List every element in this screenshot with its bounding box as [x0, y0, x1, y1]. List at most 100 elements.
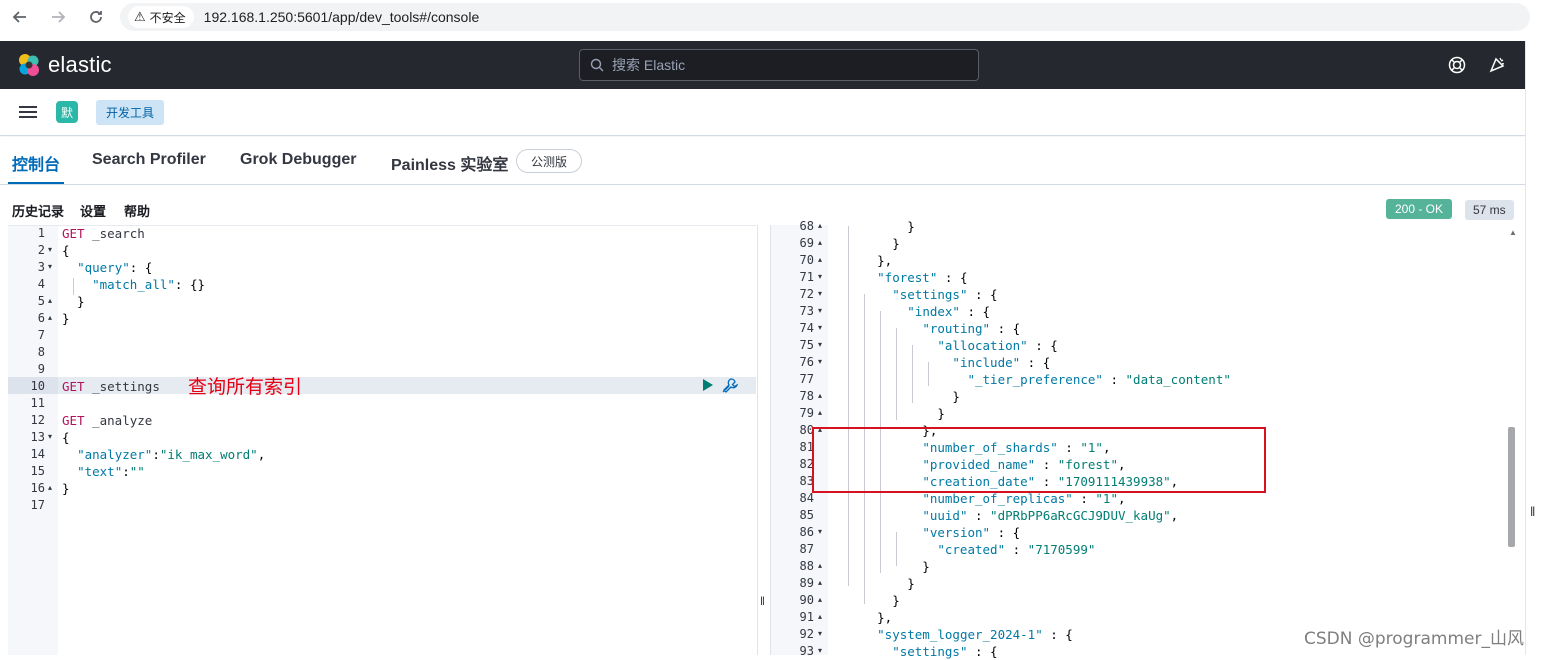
response-line-number: 90 — [799, 593, 814, 607]
fold-close-icon[interactable]: ▴ — [818, 595, 822, 604]
request-line-number: 15 — [30, 464, 45, 478]
fold-close-icon[interactable]: ▴ — [818, 255, 822, 264]
fold-open-icon[interactable]: ▾ — [818, 527, 822, 536]
response-code-line[interactable]: } — [832, 575, 915, 592]
response-code-line[interactable]: } — [832, 218, 915, 235]
response-line-number: 78 — [799, 389, 814, 403]
request-code-line[interactable]: GET _analyze — [62, 412, 152, 429]
tab-grok-debugger[interactable]: Grok Debugger — [240, 151, 356, 169]
response-code-line[interactable]: "created" : "7170599" — [832, 541, 1095, 558]
request-code-line[interactable]: "match_all": {} — [62, 276, 205, 293]
request-code-line[interactable]: } — [62, 480, 70, 497]
response-code-line[interactable]: "include" : { — [832, 354, 1050, 371]
fold-open-icon[interactable]: ▾ — [48, 262, 52, 271]
send-request-icon[interactable] — [702, 378, 714, 397]
fold-close-icon[interactable]: ▴ — [818, 221, 822, 230]
request-line-number: 16 — [30, 481, 45, 495]
request-line-number: 10 — [30, 379, 45, 393]
request-code-line[interactable]: "analyzer":"ik_max_word", — [62, 446, 265, 463]
response-code-line[interactable]: "uuid" : "dPRbPP6aRcGCJ9DUV_kaUg", — [832, 507, 1178, 524]
request-code-line[interactable]: } — [62, 310, 70, 327]
fold-open-icon[interactable]: ▾ — [818, 646, 822, 655]
dev-tools-tabs: 控制台 Search Profiler Grok Debugger Painle… — [0, 137, 1525, 185]
reload-icon[interactable] — [84, 5, 108, 29]
fold-open-icon[interactable]: ▾ — [818, 357, 822, 366]
response-code-line[interactable]: "version" : { — [832, 524, 1020, 541]
response-code-line[interactable]: "forest" : { — [832, 269, 967, 286]
page-right-edge — [1525, 41, 1544, 655]
space-avatar[interactable]: 默 — [56, 101, 78, 123]
response-code-line[interactable]: "settings" : { — [832, 643, 997, 660]
request-code-line[interactable]: GET _settings — [62, 378, 160, 395]
menu-hamburger-icon[interactable] — [19, 103, 37, 121]
response-code-line[interactable]: "system_logger_2024-1" : { — [832, 626, 1073, 643]
fold-close-icon[interactable]: ▴ — [818, 391, 822, 400]
elastic-logo[interactable]: elastic — [16, 52, 112, 78]
fold-open-icon[interactable]: ▾ — [818, 629, 822, 638]
fold-close-icon[interactable]: ▴ — [48, 483, 52, 492]
scroll-up-icon[interactable]: ▲ — [1509, 228, 1517, 237]
response-code-line[interactable]: } — [832, 388, 960, 405]
request-code-line[interactable]: } — [62, 293, 85, 310]
response-code-line[interactable]: "routing" : { — [832, 320, 1020, 337]
address-bar[interactable]: ⚠ 不安全 192.168.1.250:5601/app/dev_tools#/… — [120, 3, 1530, 31]
request-line-number: 6 — [37, 311, 45, 325]
response-code-line[interactable]: }, — [832, 252, 892, 269]
fold-open-icon[interactable]: ▾ — [818, 306, 822, 315]
breadcrumb-dev-tools[interactable]: 开发工具 — [96, 99, 165, 125]
response-line-number: 82 — [799, 457, 814, 471]
fold-open-icon[interactable]: ▾ — [818, 323, 822, 332]
resize-grip-icon[interactable]: ‖ — [760, 594, 765, 608]
settings-link[interactable]: 设置 — [80, 201, 106, 220]
fold-open-icon[interactable]: ▾ — [818, 340, 822, 349]
fold-close-icon[interactable]: ▴ — [818, 578, 822, 587]
response-code-line[interactable]: "index" : { — [832, 303, 990, 320]
fold-open-icon[interactable]: ▾ — [48, 432, 52, 441]
browser-toolbar: ⚠ 不安全 192.168.1.250:5601/app/dev_tools#/… — [0, 0, 1544, 34]
response-code-line[interactable]: }, — [832, 609, 892, 626]
response-line-number: 70 — [799, 253, 814, 267]
request-line-number: 11 — [30, 396, 45, 410]
newsfeed-icon[interactable] — [1485, 53, 1509, 77]
request-code-line[interactable]: { — [62, 242, 70, 259]
response-code-line[interactable]: "settings" : { — [832, 286, 997, 303]
back-arrow-icon[interactable] — [8, 5, 32, 29]
logo-text: elastic — [48, 52, 112, 77]
response-code-line[interactable]: } — [832, 235, 900, 252]
tab-search-profiler[interactable]: Search Profiler — [92, 151, 206, 169]
request-code-line[interactable]: "text":"" — [62, 463, 145, 480]
fold-open-icon[interactable]: ▾ — [48, 245, 52, 254]
fold-open-icon[interactable]: ▾ — [818, 272, 822, 281]
help-link[interactable]: 帮助 — [124, 201, 150, 220]
fold-close-icon[interactable]: ▴ — [818, 408, 822, 417]
url-text[interactable]: 192.168.1.250:5601/app/dev_tools#/consol… — [204, 9, 480, 25]
history-link[interactable]: 历史记录 — [12, 201, 64, 220]
response-code-line[interactable]: } — [832, 558, 930, 575]
pane-resizer[interactable] — [757, 225, 771, 655]
fold-close-icon[interactable]: ▴ — [818, 612, 822, 621]
fold-close-icon[interactable]: ▴ — [48, 296, 52, 305]
response-code-line[interactable]: } — [832, 592, 900, 609]
fold-close-icon[interactable]: ▴ — [48, 313, 52, 322]
request-line-number: 9 — [37, 362, 45, 376]
fold-open-icon[interactable]: ▾ — [818, 289, 822, 298]
help-lifebuoy-icon[interactable] — [1445, 53, 1469, 77]
response-code-line[interactable]: "allocation" : { — [832, 337, 1057, 354]
request-code-line[interactable]: "query": { — [62, 259, 152, 276]
response-code-line[interactable]: "_tier_preference" : "data_content" — [832, 371, 1230, 388]
forward-arrow-icon[interactable] — [46, 5, 70, 29]
response-scrollbar[interactable] — [1508, 427, 1515, 547]
request-code-line[interactable]: { — [62, 429, 70, 446]
tab-console[interactable]: 控制台 — [12, 151, 60, 175]
insecure-indicator[interactable]: ⚠ 不安全 — [128, 6, 194, 28]
response-code-line[interactable]: } — [832, 405, 945, 422]
request-code-line[interactable]: GET _search — [62, 225, 145, 242]
global-search-input[interactable]: 搜索 Elastic — [579, 49, 979, 81]
tab-painless-lab[interactable]: Painless 实验室 — [391, 151, 508, 175]
request-line-number: 12 — [30, 413, 45, 427]
annotation-highlight-box — [812, 427, 1266, 493]
edge-grip-icon[interactable]: ‖ — [1530, 504, 1535, 519]
fold-close-icon[interactable]: ▴ — [818, 561, 822, 570]
fold-close-icon[interactable]: ▴ — [818, 238, 822, 247]
wrench-icon[interactable] — [720, 377, 739, 400]
